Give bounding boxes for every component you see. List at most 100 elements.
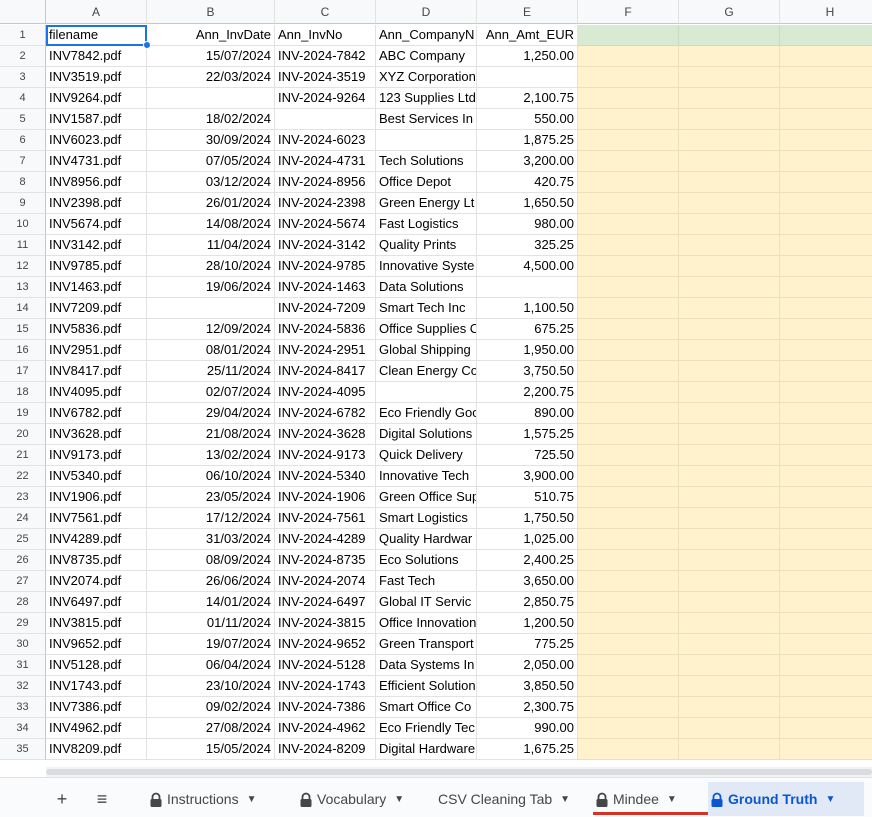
table-cell[interactable]: Smart Office Co <box>376 697 477 718</box>
table-cell[interactable]: 3,750.50 <box>477 361 578 382</box>
empty-cell[interactable] <box>780 277 872 298</box>
table-cell[interactable]: Office Supplies C <box>376 319 477 340</box>
column-header-f[interactable]: F <box>578 0 679 24</box>
chevron-down-icon[interactable]: ▼ <box>560 783 570 817</box>
empty-cell[interactable] <box>780 508 872 529</box>
empty-cell[interactable] <box>578 634 679 655</box>
table-cell[interactable]: 28/10/2024 <box>147 256 275 277</box>
empty-cell[interactable] <box>578 382 679 403</box>
empty-cell[interactable] <box>578 424 679 445</box>
row-number[interactable]: 16 <box>0 340 46 361</box>
table-cell[interactable]: INV3815.pdf <box>46 613 147 634</box>
add-sheet-button[interactable]: + <box>49 786 75 812</box>
table-cell[interactable]: INV-2024-9785 <box>275 256 376 277</box>
table-cell[interactable]: Digital Hardware <box>376 739 477 760</box>
chevron-down-icon[interactable]: ▼ <box>247 783 257 817</box>
table-cell[interactable]: 03/12/2024 <box>147 172 275 193</box>
row-number[interactable]: 31 <box>0 655 46 676</box>
table-cell[interactable]: INV-2024-2398 <box>275 193 376 214</box>
table-cell[interactable]: 13/02/2024 <box>147 445 275 466</box>
empty-cell[interactable] <box>578 235 679 256</box>
empty-cell[interactable] <box>780 529 872 550</box>
empty-cell[interactable] <box>780 298 872 319</box>
table-cell[interactable] <box>477 67 578 88</box>
table-cell[interactable]: INV5340.pdf <box>46 466 147 487</box>
empty-cell[interactable] <box>780 319 872 340</box>
empty-cell[interactable] <box>578 319 679 340</box>
table-cell[interactable]: INV3519.pdf <box>46 67 147 88</box>
empty-cell[interactable] <box>780 172 872 193</box>
table-cell[interactable]: 06/04/2024 <box>147 655 275 676</box>
table-cell[interactable]: 4,500.00 <box>477 256 578 277</box>
sheet-tab[interactable]: CSV Cleaning Tab ▼ <box>437 782 584 816</box>
empty-cell[interactable] <box>679 718 780 739</box>
table-cell[interactable]: 1,875.25 <box>477 130 578 151</box>
table-cell[interactable]: INV-2024-6782 <box>275 403 376 424</box>
column-header-a[interactable]: A <box>46 0 147 24</box>
column-header-b[interactable]: B <box>147 0 275 24</box>
row-number[interactable]: 7 <box>0 151 46 172</box>
empty-cell[interactable] <box>578 592 679 613</box>
table-cell[interactable]: INV8956.pdf <box>46 172 147 193</box>
table-cell[interactable]: Fast Tech <box>376 571 477 592</box>
table-cell[interactable]: 11/04/2024 <box>147 235 275 256</box>
header-cell[interactable]: Ann_InvDate <box>147 25 275 46</box>
empty-cell[interactable] <box>578 214 679 235</box>
table-cell[interactable]: 3,900.00 <box>477 466 578 487</box>
empty-cell[interactable] <box>578 613 679 634</box>
empty-cell[interactable] <box>679 25 780 46</box>
table-cell[interactable]: Data Solutions <box>376 277 477 298</box>
empty-cell[interactable] <box>679 634 780 655</box>
table-cell[interactable]: 14/01/2024 <box>147 592 275 613</box>
table-cell[interactable]: INV4731.pdf <box>46 151 147 172</box>
empty-cell[interactable] <box>780 613 872 634</box>
empty-cell[interactable] <box>679 571 780 592</box>
table-cell[interactable]: Office Innovation <box>376 613 477 634</box>
table-cell[interactable]: INV-2024-3628 <box>275 424 376 445</box>
empty-cell[interactable] <box>578 676 679 697</box>
column-header-g[interactable]: G <box>679 0 780 24</box>
empty-cell[interactable] <box>780 67 872 88</box>
empty-cell[interactable] <box>679 88 780 109</box>
table-cell[interactable]: 725.50 <box>477 445 578 466</box>
table-cell[interactable]: INV-2024-5674 <box>275 214 376 235</box>
table-cell[interactable]: INV-2024-2951 <box>275 340 376 361</box>
row-number[interactable]: 11 <box>0 235 46 256</box>
table-cell[interactable]: 890.00 <box>477 403 578 424</box>
row-number[interactable]: 29 <box>0 613 46 634</box>
table-cell[interactable]: INV-2024-1906 <box>275 487 376 508</box>
table-cell[interactable]: 15/07/2024 <box>147 46 275 67</box>
table-cell[interactable]: 990.00 <box>477 718 578 739</box>
table-cell[interactable]: 2,850.75 <box>477 592 578 613</box>
table-cell[interactable]: Eco Solutions <box>376 550 477 571</box>
table-cell[interactable]: INV7209.pdf <box>46 298 147 319</box>
row-number[interactable]: 33 <box>0 697 46 718</box>
header-cell[interactable]: Ann_Amt_EUR <box>477 25 578 46</box>
empty-cell[interactable] <box>679 46 780 67</box>
table-cell[interactable]: INV4962.pdf <box>46 718 147 739</box>
empty-cell[interactable] <box>578 466 679 487</box>
table-cell[interactable]: 31/03/2024 <box>147 529 275 550</box>
row-number[interactable]: 17 <box>0 361 46 382</box>
empty-cell[interactable] <box>780 382 872 403</box>
table-cell[interactable]: 23/10/2024 <box>147 676 275 697</box>
row-number[interactable]: 8 <box>0 172 46 193</box>
table-cell[interactable]: 25/11/2024 <box>147 361 275 382</box>
table-cell[interactable]: INV-2024-7842 <box>275 46 376 67</box>
table-cell[interactable]: INV8417.pdf <box>46 361 147 382</box>
empty-cell[interactable] <box>578 109 679 130</box>
row-number[interactable]: 26 <box>0 550 46 571</box>
row-number[interactable]: 21 <box>0 445 46 466</box>
table-cell[interactable]: INV-2024-4962 <box>275 718 376 739</box>
table-cell[interactable]: Green Office Sup <box>376 487 477 508</box>
table-cell[interactable]: 19/06/2024 <box>147 277 275 298</box>
table-cell[interactable]: Quality Prints <box>376 235 477 256</box>
table-cell[interactable]: 775.25 <box>477 634 578 655</box>
empty-cell[interactable] <box>780 634 872 655</box>
table-cell[interactable]: Smart Tech Inc <box>376 298 477 319</box>
table-cell[interactable]: 980.00 <box>477 214 578 235</box>
empty-cell[interactable] <box>679 739 780 760</box>
table-cell[interactable] <box>147 88 275 109</box>
table-cell[interactable]: Eco Friendly Goo <box>376 403 477 424</box>
empty-cell[interactable] <box>578 130 679 151</box>
